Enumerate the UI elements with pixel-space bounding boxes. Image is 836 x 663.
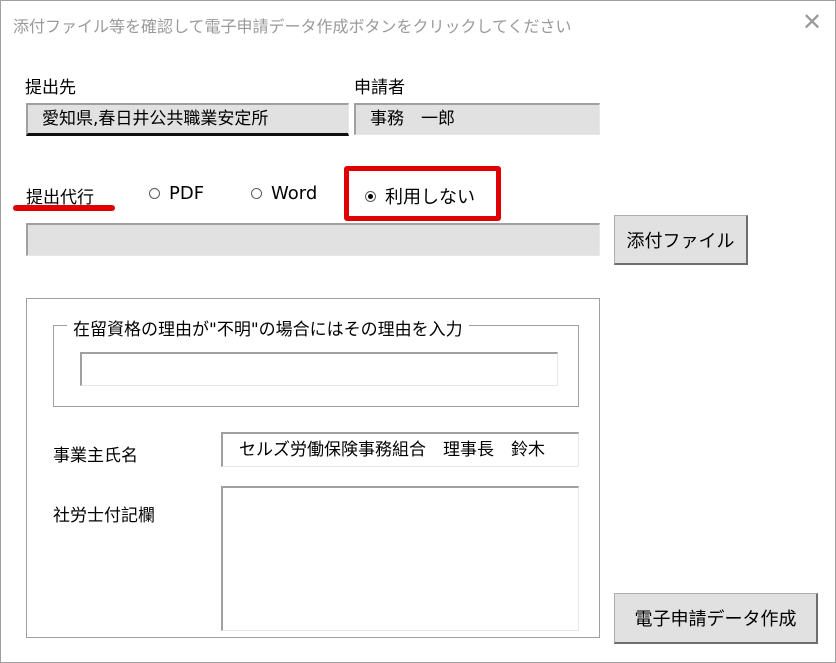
create-application-button[interactable]: 電子申請データ作成 bbox=[614, 593, 818, 644]
radio-word-label: Word bbox=[271, 183, 318, 204]
window-title: 添付ファイル等を確認して電子申請データ作成ボタンをクリックしてください bbox=[13, 17, 572, 36]
destination-field[interactable]: 愛知県,春日井公共職業安定所 bbox=[26, 103, 349, 136]
destination-label: 提出先 bbox=[25, 78, 76, 98]
attach-file-button[interactable]: 添付ファイル bbox=[614, 215, 748, 265]
remarks-textarea[interactable] bbox=[221, 486, 579, 631]
employer-field[interactable]: セルズ労働保険事務組合 理事長 鈴木 bbox=[221, 432, 579, 467]
radio-not-use[interactable]: 利用しない bbox=[365, 183, 475, 209]
destination-value: 愛知県,春日井公共職業安定所 bbox=[42, 109, 269, 129]
remarks-label: 社労士付記欄 bbox=[53, 506, 155, 526]
attachment-path-field[interactable] bbox=[26, 223, 600, 256]
radio-pdf-circle[interactable] bbox=[149, 188, 160, 199]
radio-not-use-circle[interactable] bbox=[365, 190, 376, 202]
applicant-field[interactable]: 事務 一郎 bbox=[354, 103, 600, 135]
employer-value: セルズ労働保険事務組合 理事長 鈴木 bbox=[239, 440, 545, 460]
employer-label: 事業主氏名 bbox=[53, 446, 138, 466]
radio-not-use-label: 利用しない bbox=[385, 187, 475, 208]
applicant-value: 事務 一郎 bbox=[370, 109, 455, 129]
applicant-label: 申請者 bbox=[354, 78, 405, 98]
residence-legend: 在留資格の理由が"不明"の場合にはその理由を入力 bbox=[67, 315, 469, 340]
dialog-window: 添付ファイル等を確認して電子申請データ作成ボタンをクリックしてください ✕ 提出… bbox=[0, 0, 836, 663]
residence-reason-input[interactable] bbox=[80, 352, 558, 386]
radio-word-circle[interactable] bbox=[251, 188, 262, 199]
close-icon[interactable]: ✕ bbox=[799, 9, 825, 35]
radio-pdf[interactable]: PDF bbox=[149, 183, 204, 204]
radio-word[interactable]: Word bbox=[251, 183, 317, 204]
radio-pdf-label: PDF bbox=[169, 183, 205, 204]
proxy-label-underline bbox=[13, 205, 115, 211]
